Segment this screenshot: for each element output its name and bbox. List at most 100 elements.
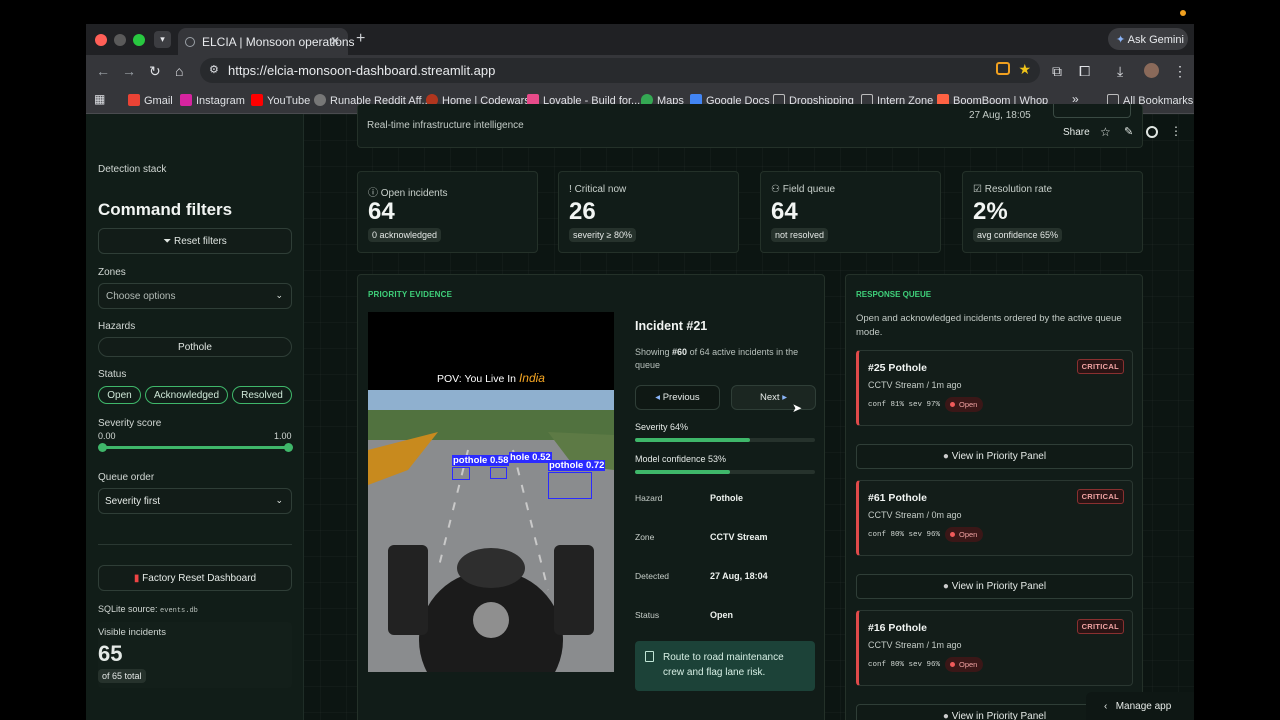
- queue-item-meta: CCTV Stream / 1m ago: [868, 640, 962, 650]
- bookmark-instagram[interactable]: Instagram: [180, 94, 245, 107]
- section-title: RESPONSE QUEUE: [856, 290, 932, 299]
- manage-app-label: Manage app: [1115, 701, 1172, 712]
- incident-showing: Showing #60 of 64 active incidents in th…: [635, 346, 817, 372]
- queue-item-stats: conf 80% sev 96%: [868, 531, 941, 539]
- detection-label: pothole 0.58: [452, 455, 510, 466]
- share-button[interactable]: Share: [1063, 127, 1090, 138]
- url-field[interactable]: ⚙ https://elcia-monsoon-dashboard.stream…: [200, 58, 1040, 83]
- hazard-value: Pothole: [178, 342, 212, 353]
- reset-filters-button[interactable]: ⏷ Reset filters: [98, 228, 292, 254]
- site-info-icon[interactable]: ⚙: [209, 63, 219, 76]
- queue-item-meta: CCTV Stream / 1m ago: [868, 380, 962, 390]
- star-icon[interactable]: ☆: [1100, 125, 1111, 139]
- download-icon[interactable]: ⤓: [1117, 63, 1123, 80]
- profile-avatar[interactable]: [1144, 63, 1159, 78]
- metric-label: ⚇ Field queue: [771, 184, 835, 195]
- bookmark-star-icon[interactable]: ★: [1018, 61, 1031, 78]
- confidence-bar-track: [635, 470, 815, 474]
- forward-arrow-icon: ▸: [782, 392, 787, 403]
- view-label: View in Priority Panel: [951, 451, 1047, 462]
- gmail-icon: [128, 94, 140, 106]
- prop-detected-value: 27 Aug, 18:04: [710, 571, 768, 581]
- minimize-window-button[interactable]: [114, 34, 126, 46]
- metric-value: 64: [771, 198, 798, 225]
- queue-order-select[interactable]: Severity first ⌄: [98, 488, 292, 514]
- manage-app-button[interactable]: ‹ Manage app: [1086, 692, 1194, 720]
- prop-detected-key: Detected: [635, 571, 670, 581]
- bookmark-label: YouTube: [267, 95, 311, 107]
- cast-icon[interactable]: [996, 62, 1010, 75]
- status-text: Open: [959, 400, 978, 409]
- incident-detail: Incident #21 Showing #60 of 64 active in…: [635, 319, 817, 699]
- ask-gemini-button[interactable]: ✦ Ask Gemini: [1108, 28, 1188, 50]
- video-caption: POV: You Live In India: [368, 371, 614, 385]
- home-icon[interactable]: ⌂: [175, 63, 183, 79]
- forward-icon[interactable]: →: [122, 63, 136, 79]
- queue-item[interactable]: #25 Pothole CRITICAL CCTV Stream / 1m ag…: [856, 350, 1133, 426]
- action-text: Route to road maintenance crew and flag …: [663, 652, 784, 678]
- new-tab-button[interactable]: +: [356, 30, 365, 48]
- view-in-priority-panel-button[interactable]: ● View in Priority Panel: [856, 444, 1133, 469]
- bookmark-label: Instagram: [196, 95, 245, 107]
- sqlite-source-label: SQLite source: events.db: [98, 604, 198, 615]
- edit-icon[interactable]: ✎: [1124, 125, 1133, 138]
- sqlite-file: events.db: [160, 607, 198, 615]
- severity-label: Severity 64%: [635, 422, 689, 432]
- confidence-label: Model confidence 53%: [635, 454, 727, 464]
- bookmark-youtube[interactable]: YouTube: [251, 94, 310, 107]
- status-resolved-pill[interactable]: Resolved: [232, 386, 292, 404]
- zones-select[interactable]: Choose options ⌄: [98, 283, 292, 309]
- header-timestamp: 27 Aug, 18:05: [969, 110, 1031, 121]
- metric-label-text: Resolution rate: [984, 184, 1053, 195]
- gemini-icon: ✦: [1116, 34, 1126, 46]
- github-icon[interactable]: [1146, 126, 1158, 138]
- evidence-video[interactable]: POV: You Live In India pothole 0.58 hole…: [368, 312, 614, 672]
- header-button[interactable]: [1053, 104, 1131, 118]
- tab-search-button[interactable]: ▾: [154, 31, 171, 48]
- severity-slider-max-handle[interactable]: [284, 443, 293, 452]
- chevron-down-icon: ⌄: [275, 290, 283, 300]
- detection-box: [452, 467, 470, 480]
- queue-item-meta: CCTV Stream / 0m ago: [868, 510, 962, 520]
- exclamation-icon: !: [569, 184, 572, 195]
- extension-icon[interactable]: ⧉: [1052, 63, 1062, 80]
- factory-reset-button[interactable]: ▮ Factory Reset Dashboard: [98, 565, 292, 591]
- reload-icon[interactable]: ↻: [149, 63, 161, 80]
- back-arrow-icon: ◂: [655, 392, 661, 403]
- severity-slider-track[interactable]: [102, 446, 288, 449]
- puzzle-icon[interactable]: ⧠: [1079, 63, 1090, 80]
- check-circle-icon: ☑: [973, 184, 982, 195]
- metric-label: ⓘ Open incidents: [368, 184, 448, 199]
- next-button[interactable]: Next ▸: [731, 385, 816, 410]
- queue-item[interactable]: #61 Pothole CRITICAL CCTV Stream / 0m ag…: [856, 480, 1133, 556]
- status-dot-icon: [950, 532, 955, 537]
- sidebar-title: Command filters: [98, 200, 233, 219]
- back-icon[interactable]: ←: [96, 63, 110, 79]
- chevron-down-icon: ⌄: [275, 495, 283, 505]
- app-menu-icon[interactable]: ⋮: [1170, 124, 1182, 138]
- active-tab[interactable]: ELCIA | Monsoon operations ✕: [178, 28, 355, 55]
- showing-prefix: Showing: [635, 347, 670, 357]
- severity-slider-min-handle[interactable]: [98, 443, 107, 452]
- status-open-pill[interactable]: Open: [98, 386, 141, 404]
- queue-order-label: Queue order: [98, 472, 155, 483]
- severity-max: 1.00: [274, 431, 292, 441]
- queue-item[interactable]: #16 Pothole CRITICAL CCTV Stream / 1m ag…: [856, 610, 1133, 686]
- confidence-bar-fill: [635, 470, 731, 474]
- close-tab-icon[interactable]: ✕: [330, 34, 340, 48]
- visible-incidents-label: Visible incidents: [98, 627, 166, 638]
- status-acknowledged-pill[interactable]: Acknowledged: [145, 386, 228, 404]
- youtube-icon: [251, 94, 263, 106]
- view-in-priority-panel-button[interactable]: ● View in Priority Panel: [856, 574, 1133, 599]
- header-subtitle: Real-time infrastructure intelligence: [367, 120, 524, 131]
- browser-menu-icon[interactable]: ⋮: [1173, 63, 1187, 80]
- bookmark-gmail[interactable]: Gmail: [128, 94, 173, 107]
- caption-word: India: [518, 371, 545, 385]
- pin-icon: ●: [942, 581, 949, 592]
- maximize-window-button[interactable]: [133, 34, 145, 46]
- hazard-pill[interactable]: Pothole: [98, 337, 292, 357]
- reset-filters-label: Reset filters: [173, 236, 227, 247]
- previous-button[interactable]: ◂ Previous: [635, 385, 720, 410]
- apps-grid-icon[interactable]: ▦: [94, 92, 105, 106]
- close-window-button[interactable]: [95, 34, 107, 46]
